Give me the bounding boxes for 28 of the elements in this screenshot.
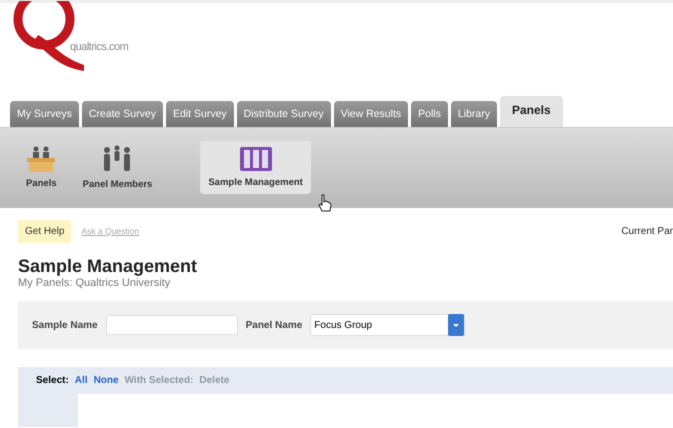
nav-tab[interactable]: Distribute Survey [236, 101, 331, 127]
ask-question-link[interactable]: Ask a Question [81, 226, 140, 236]
nav-tab[interactable]: Create Survey [82, 101, 163, 127]
panel-name-dropdown[interactable]: Focus Group [310, 314, 466, 336]
select-link[interactable]: All [74, 375, 88, 386]
select-label: Select: [36, 375, 69, 386]
breadcrumb: My Panels: Qualtrics University [18, 277, 172, 289]
toolbar-button[interactable]: Panels [18, 140, 65, 194]
nav-tab[interactable]: Edit Survey [166, 101, 234, 127]
toolbar-button[interactable]: Panel Members [74, 138, 160, 196]
page-title: Sample Management [18, 256, 198, 277]
desk-icon [26, 146, 56, 172]
nav-tab[interactable]: Polls [411, 101, 448, 127]
panel-name-label: Panel Name [246, 320, 302, 330]
sample-icon [240, 146, 272, 170]
current-panel-label: Current Par [621, 226, 673, 236]
nav-tab[interactable]: Panels [500, 96, 563, 127]
toolbar-button[interactable]: Sample Management [200, 140, 311, 194]
get-help-button[interactable]: Get Help [18, 220, 72, 242]
nav-tab[interactable]: Library [450, 101, 497, 127]
select-link[interactable]: None [94, 375, 119, 386]
nav-tab[interactable]: My Surveys [10, 101, 79, 127]
logo-text: qualtrics.com [70, 41, 128, 53]
sample-name-label: Sample Name [32, 320, 98, 330]
dropdown-caret-icon [448, 314, 464, 336]
hand-cursor-icon [318, 194, 332, 212]
nav-tab[interactable]: View Results [334, 101, 408, 127]
sample-name-field[interactable] [106, 315, 238, 335]
